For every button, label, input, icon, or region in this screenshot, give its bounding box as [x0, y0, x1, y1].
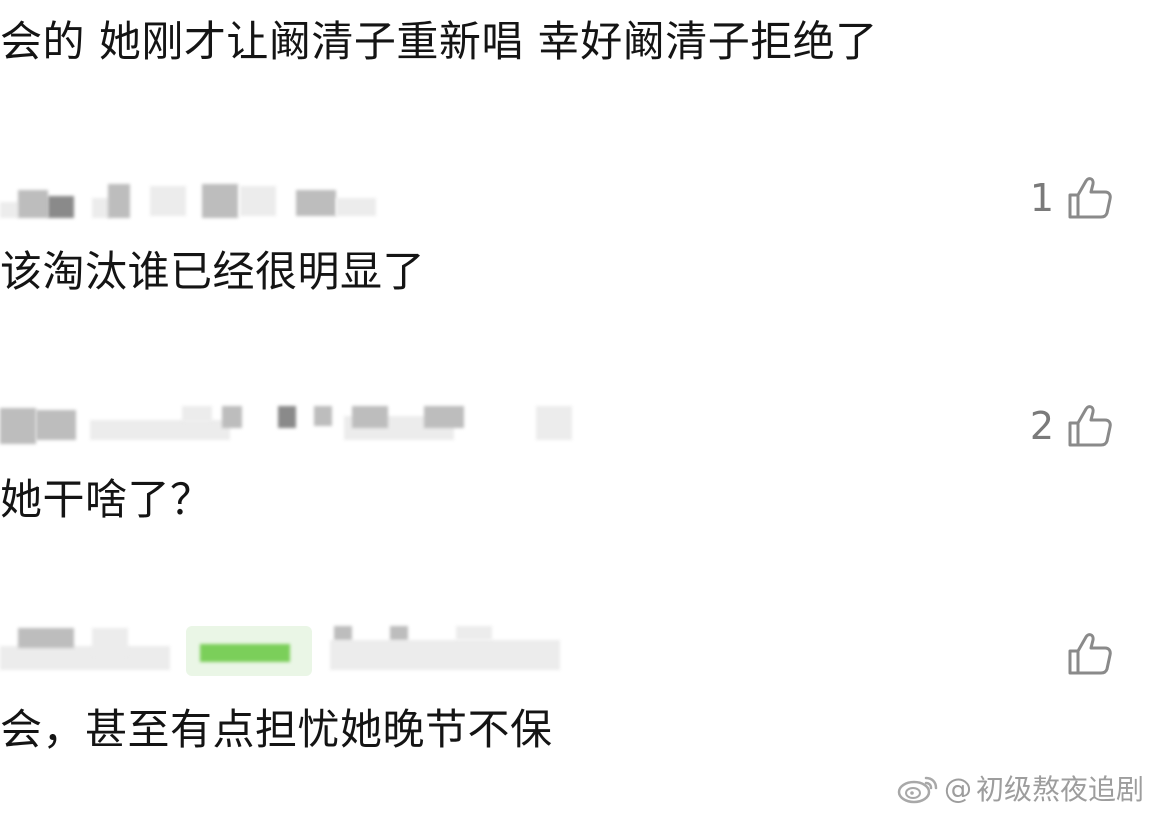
weibo-watermark: @ 初级熬夜追剧 — [896, 768, 1144, 808]
like-control[interactable]: 2 — [1030, 398, 1114, 454]
watermark-account: 初级熬夜追剧 — [975, 773, 1144, 806]
comment-text: 会，甚至有点担忧她晚节不保 — [0, 705, 553, 754]
like-count: 1 — [1029, 176, 1054, 220]
weibo-logo-icon — [897, 776, 938, 804]
watermark-at: @ — [943, 771, 972, 805]
like-control[interactable]: 1 — [1030, 170, 1114, 226]
like-count: 2 — [1029, 404, 1054, 448]
thumbs-up-icon[interactable] — [1064, 401, 1114, 451]
thumbs-up-icon[interactable] — [1064, 173, 1114, 223]
comment-text: 她干啥了？ — [0, 475, 213, 524]
comment-text: 该淘汰谁已经很明显了 — [0, 247, 426, 296]
comment-meta-blurred — [0, 182, 700, 222]
comment-meta-blurred — [0, 626, 700, 676]
like-control[interactable] — [1054, 626, 1114, 682]
comment-text: 会的 她刚才让阚清子重新唱 幸好阚清子拒绝了 — [0, 17, 878, 66]
thumbs-up-icon[interactable] — [1064, 629, 1114, 679]
comment-thread: 会的 她刚才让阚清子重新唱 幸好阚清子拒绝了 1 该淘汰谁已经很明显了 2 她干… — [0, 0, 1156, 818]
comment-meta-blurred — [0, 404, 700, 444]
